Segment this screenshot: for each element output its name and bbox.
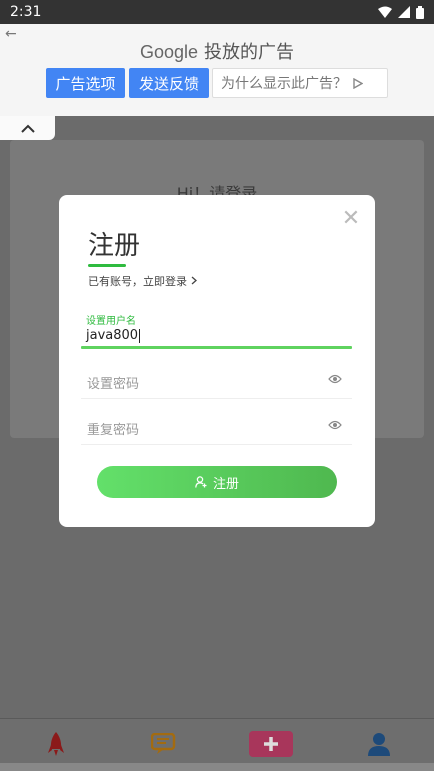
ad-why-button[interactable]: 为什么显示此广告？ [212,68,388,98]
text-caret [139,328,141,343]
status-icons [378,5,424,19]
status-bar: 2:31 [0,0,434,24]
ad-why-label: 为什么显示此广告？ [221,76,347,92]
ad-feedback-button[interactable]: 发送反馈 [129,68,209,98]
register-button[interactable]: 注册 [97,466,337,498]
rocket-icon [48,732,64,756]
nav-add[interactable] [249,729,293,759]
confirm-password-field[interactable]: 重复密码 [81,405,352,445]
confirm-password-placeholder: 重复密码 [87,423,140,438]
user-add-icon [195,476,207,488]
signal-icon [398,6,410,18]
username-input[interactable]: java800 [86,328,141,343]
ad-title: Google 投放的广告 [0,38,434,64]
plus-icon [249,731,293,757]
username-underline [81,346,352,349]
play-triangle-icon [353,77,363,89]
wifi-icon [378,6,392,18]
nav-rocket[interactable] [44,729,68,759]
nav-messages[interactable] [150,729,178,759]
register-dialog: ✕ 注册 已有账号，立即登录 设置用户名 java800 设置密码 重复密码 注… [59,195,375,527]
chevron-up-icon [20,124,35,133]
bottom-list-strip [0,763,434,771]
login-link-label: 已有账号，立即登录 [88,275,187,288]
chat-icon [151,733,176,754]
eye-icon[interactable] [328,374,342,384]
dialog-title: 注册 [88,231,141,261]
password-field[interactable]: 设置密码 [81,359,352,399]
ad-title-text: 投放的广告 [204,42,295,63]
username-label: 设置用户名 [86,316,136,327]
ad-brand: Google [139,42,199,62]
status-time: 2:31 [10,4,42,20]
chevron-right-icon [191,276,197,285]
ad-collapse-button[interactable] [0,116,55,140]
eye-icon[interactable] [328,420,342,430]
register-button-label: 注册 [212,476,239,492]
nav-profile[interactable] [366,729,392,759]
ad-options-button[interactable]: 广告选项 [46,68,125,98]
battery-icon [416,5,424,19]
ad-banner: ← Google 投放的广告 广告选项 发送反馈 为什么显示此广告？ [0,24,434,116]
user-icon [368,733,390,756]
close-icon[interactable]: ✕ [341,208,361,230]
password-placeholder: 设置密码 [87,377,140,392]
username-value: java800 [86,328,139,343]
title-underline [88,264,126,267]
login-link[interactable]: 已有账号，立即登录 [88,273,197,289]
